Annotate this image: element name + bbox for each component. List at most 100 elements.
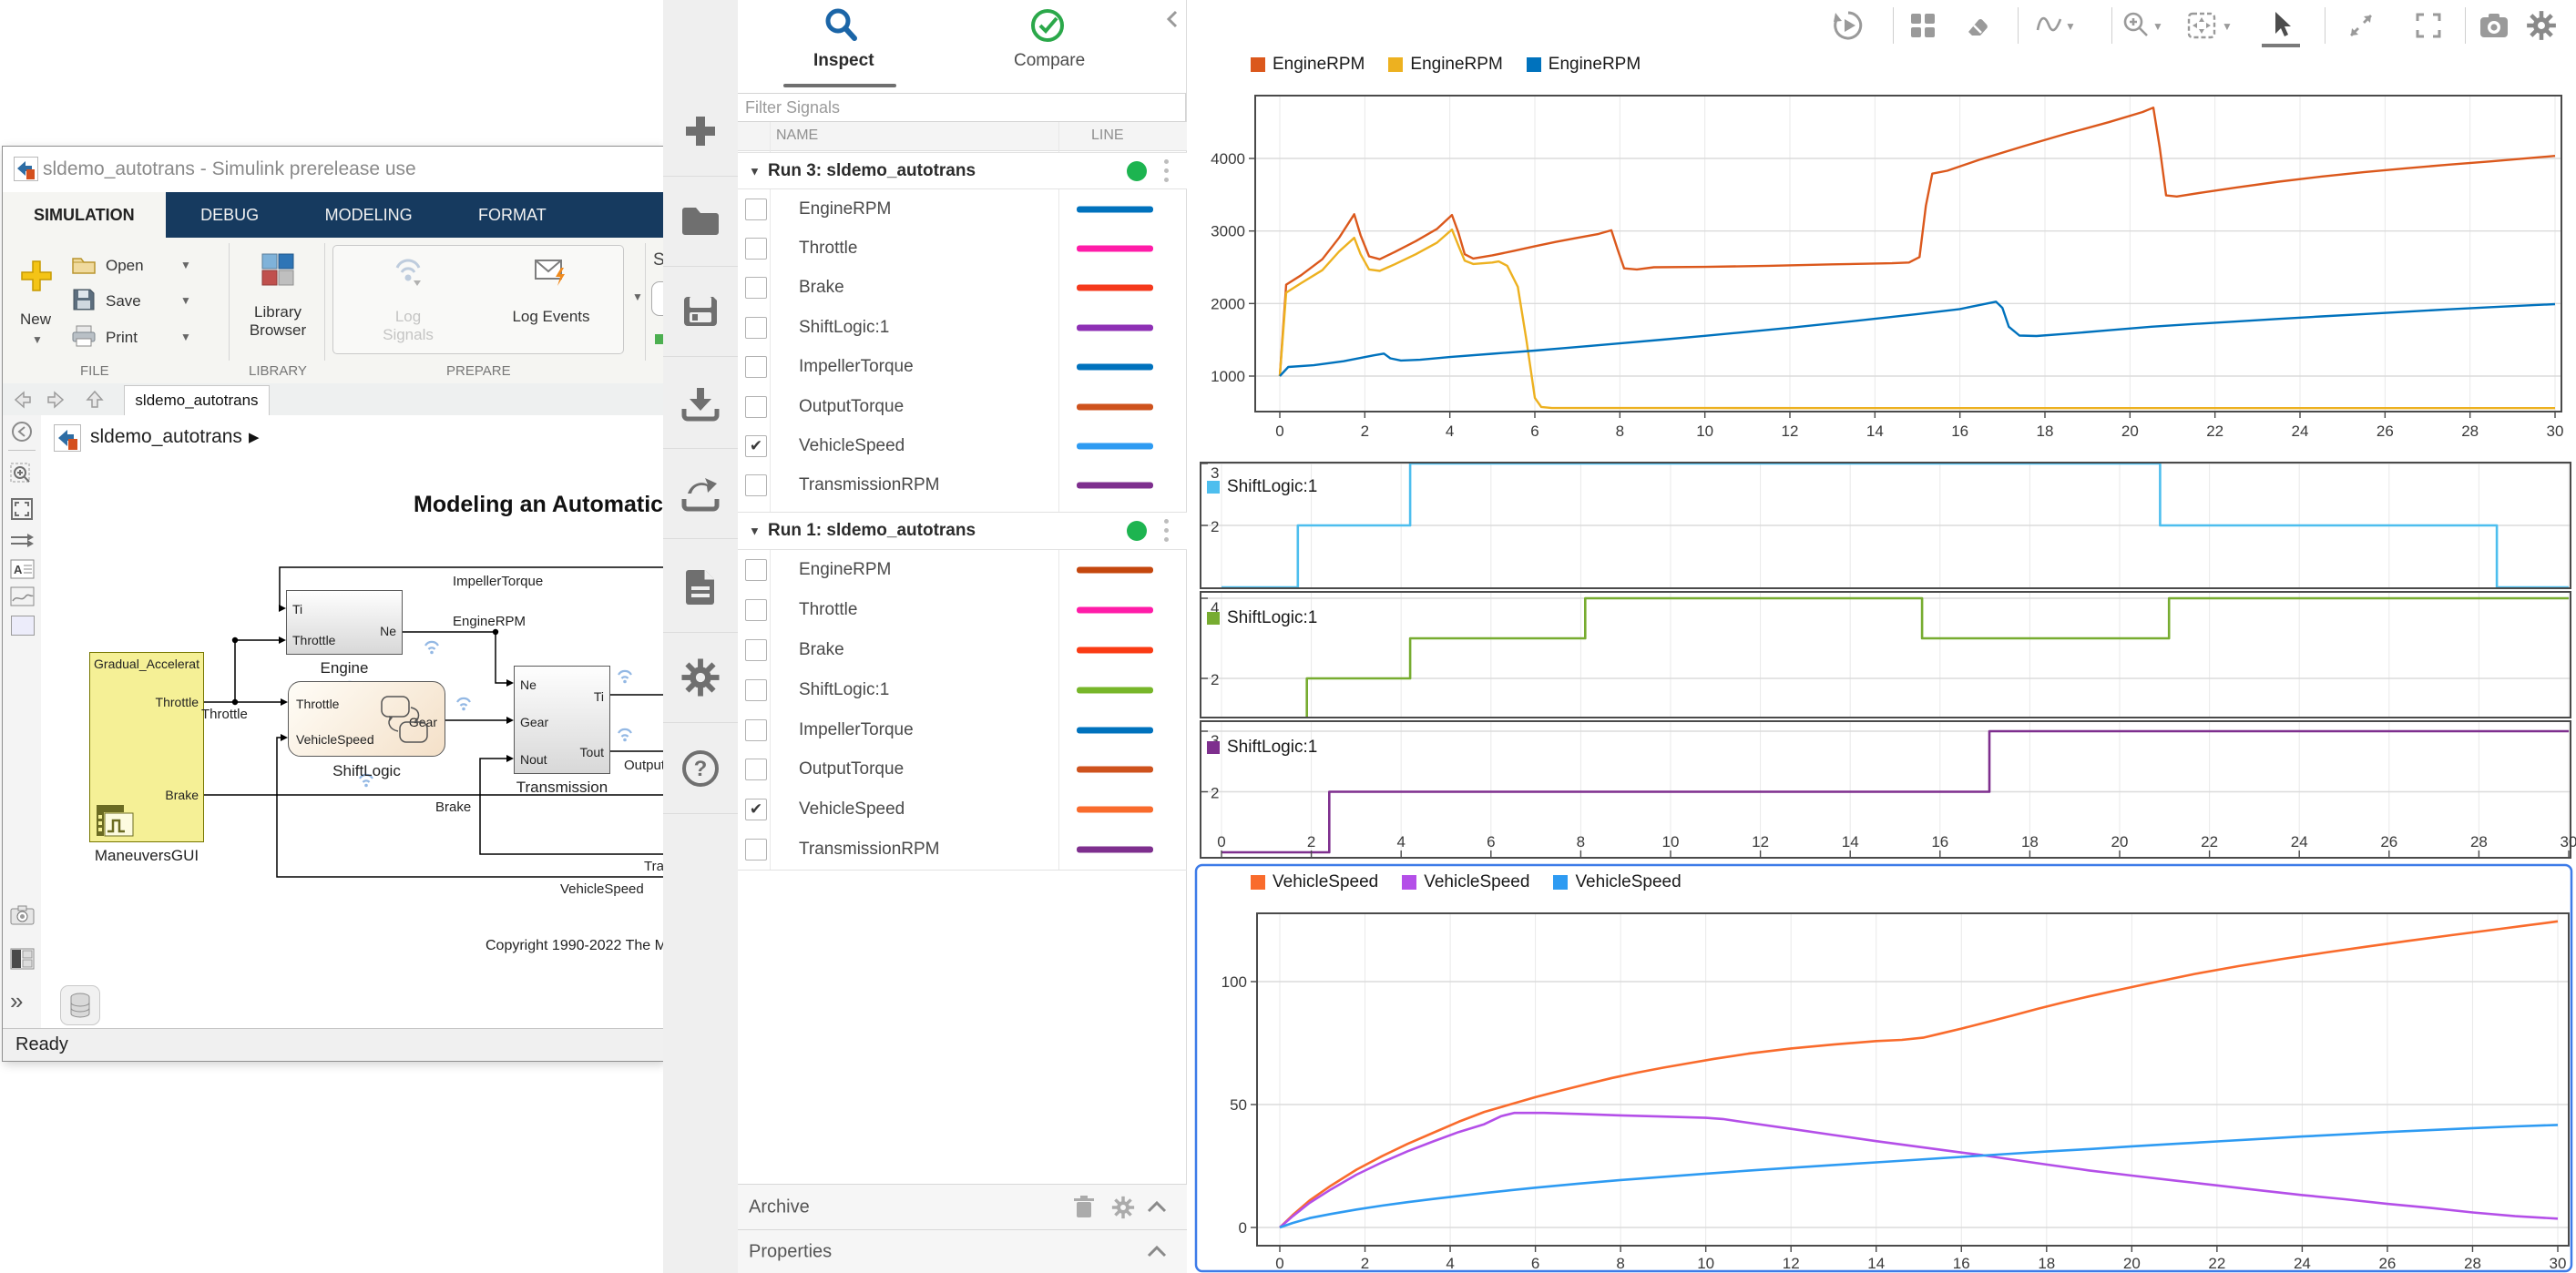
signal-checkbox[interactable] xyxy=(745,198,767,220)
signal-checkbox[interactable] xyxy=(745,356,767,379)
floppy-icon xyxy=(684,296,717,326)
signal-checkbox[interactable] xyxy=(745,638,767,661)
signal-checkbox[interactable] xyxy=(745,839,767,861)
open-button[interactable]: Open ▼ xyxy=(71,249,221,283)
area-box-icon[interactable] xyxy=(11,616,35,636)
svg-text:0: 0 xyxy=(1217,833,1225,850)
tab-debug[interactable]: DEBUG xyxy=(169,192,290,238)
svg-text:0: 0 xyxy=(1239,1219,1247,1237)
run-menu-kebab[interactable] xyxy=(1164,519,1170,543)
new-button[interactable]: New ▼ xyxy=(10,245,61,352)
help-button[interactable]: ? xyxy=(663,723,738,814)
charts-svg[interactable]: 0 2 4 6 8 10 12 14 16 18 20 22 24 26 28 301000200030004… xyxy=(1187,0,2576,1273)
import-button[interactable] xyxy=(663,358,738,449)
port-ti: Ti xyxy=(292,602,303,616)
collapse-properties-icon[interactable] xyxy=(1146,1244,1168,1258)
report-button[interactable] xyxy=(663,542,738,633)
signal-row[interactable]: EngineRPM xyxy=(738,189,1187,229)
print-caret-icon: ▼ xyxy=(180,331,191,343)
signal-line-swatch xyxy=(1077,687,1153,694)
image-icon[interactable] xyxy=(10,586,35,606)
run-menu-kebab[interactable] xyxy=(1164,158,1170,183)
signal-row[interactable]: ✔ VehicleSpeed xyxy=(738,789,1187,830)
save-session-button[interactable] xyxy=(663,266,738,357)
signal-checkbox[interactable] xyxy=(745,474,767,497)
archive-section-header[interactable]: Archive xyxy=(738,1184,1187,1229)
block-transmission[interactable]: Ne Gear Nout Ti Tout xyxy=(514,666,610,774)
signal-checkbox[interactable] xyxy=(745,718,767,741)
svg-text:2: 2 xyxy=(1361,423,1369,440)
signal-checkbox[interactable] xyxy=(745,598,767,621)
model-data-layout-icon[interactable] xyxy=(10,948,35,970)
signal-checkbox[interactable] xyxy=(745,395,767,418)
signal-row[interactable]: OutputTorque xyxy=(738,387,1187,426)
svg-text:18: 18 xyxy=(2038,1255,2055,1272)
signal-checkbox[interactable] xyxy=(745,759,767,781)
hide-browser-icon[interactable] xyxy=(11,421,33,443)
trash-icon[interactable] xyxy=(1073,1196,1095,1219)
block-engine[interactable]: Ti Throttle Ne xyxy=(286,590,403,655)
simulink-titlebar[interactable]: sldemo_autotrans - Simulink prerelease u… xyxy=(3,147,663,193)
block-shift-logic[interactable]: Throttle VehicleSpeed Gear xyxy=(288,681,445,757)
chart-legend: ShiftLogic:1 xyxy=(1207,608,1317,628)
preferences-button[interactable] xyxy=(663,632,738,723)
signal-checkbox[interactable] xyxy=(745,238,767,260)
signal-checkbox[interactable]: ✔ xyxy=(745,435,767,458)
properties-section-header[interactable]: Properties xyxy=(738,1229,1187,1273)
signal-line-swatch xyxy=(1077,324,1153,331)
model-canvas[interactable]: Modeling an Automatic Transm xyxy=(41,461,663,1028)
svg-text:26: 26 xyxy=(2378,1255,2396,1272)
zoom-region-icon[interactable] xyxy=(10,463,34,486)
annotation-icon[interactable]: A xyxy=(10,559,35,579)
signal-row[interactable]: OutputTorque xyxy=(738,750,1187,790)
tab-simulation[interactable]: SIMULATION xyxy=(3,192,166,238)
run-group-header[interactable]: ▼ Run 3: sldemo_autotrans xyxy=(738,152,1187,189)
collapse-archive-icon[interactable] xyxy=(1146,1199,1168,1214)
signal-row[interactable]: Throttle xyxy=(738,229,1187,268)
signal-row[interactable]: ImpellerTorque xyxy=(738,348,1187,387)
save-button[interactable]: Save ▼ xyxy=(71,283,221,320)
archive-gear-icon[interactable] xyxy=(1111,1196,1135,1219)
signal-checkbox[interactable] xyxy=(745,277,767,300)
signal-checkbox[interactable] xyxy=(745,678,767,701)
snapshot-camera-icon[interactable] xyxy=(10,905,35,925)
signal-checkbox[interactable] xyxy=(745,316,767,339)
document-tab[interactable]: sldemo_autotrans xyxy=(124,385,270,416)
signal-row[interactable]: EngineRPM xyxy=(738,550,1187,590)
run-collapse-caret[interactable]: ▼ xyxy=(749,524,761,538)
export-button[interactable] xyxy=(663,448,738,539)
prepare-more-caret-icon[interactable]: ▼ xyxy=(632,290,643,303)
breadcrumb[interactable]: sldemo_autotrans xyxy=(90,426,242,448)
signal-row[interactable]: ImpellerTorque xyxy=(738,710,1187,750)
signal-row[interactable]: Brake xyxy=(738,630,1187,670)
open-session-button[interactable] xyxy=(663,176,738,267)
signal-checkbox[interactable]: ✔ xyxy=(745,799,767,821)
signal-row[interactable]: ShiftLogic:1 xyxy=(738,308,1187,347)
back-arrow-icon[interactable] xyxy=(12,390,32,410)
signal-row[interactable]: Throttle xyxy=(738,590,1187,630)
signal-line-swatch xyxy=(1077,482,1153,489)
add-run-button[interactable] xyxy=(663,86,738,177)
signal-checkbox[interactable] xyxy=(745,558,767,581)
signal-row[interactable]: ShiftLogic:1 xyxy=(738,670,1187,710)
run-collapse-caret[interactable]: ▼ xyxy=(749,164,761,178)
signal-row[interactable]: TransmissionRPM xyxy=(738,830,1187,870)
up-arrow-icon[interactable] xyxy=(85,390,105,410)
run-group-header[interactable]: ▼ Run 1: sldemo_autotrans xyxy=(738,512,1187,550)
svg-text:14: 14 xyxy=(1842,833,1859,850)
save-icon xyxy=(73,289,95,311)
expand-sidebar-icon[interactable]: » xyxy=(10,987,23,1015)
print-button[interactable]: Print ▼ xyxy=(71,320,221,356)
signal-row[interactable]: ✔ VehicleSpeed xyxy=(738,426,1187,465)
fit-to-view-icon[interactable] xyxy=(10,497,34,521)
tab-modeling[interactable]: MODELING xyxy=(294,192,444,238)
signal-routing-icon[interactable] xyxy=(10,532,36,550)
model-data-button[interactable] xyxy=(60,985,100,1025)
tab-format[interactable]: FORMAT xyxy=(447,192,578,238)
block-maneuvers-gui[interactable]: Gradual_Accelerat Throttle Brake xyxy=(89,652,204,842)
svg-text:8: 8 xyxy=(1616,423,1624,440)
signal-row[interactable]: TransmissionRPM xyxy=(738,466,1187,505)
signal-name: Throttle xyxy=(799,239,858,259)
forward-arrow-icon[interactable] xyxy=(46,390,66,410)
signal-row[interactable]: Brake xyxy=(738,269,1187,308)
